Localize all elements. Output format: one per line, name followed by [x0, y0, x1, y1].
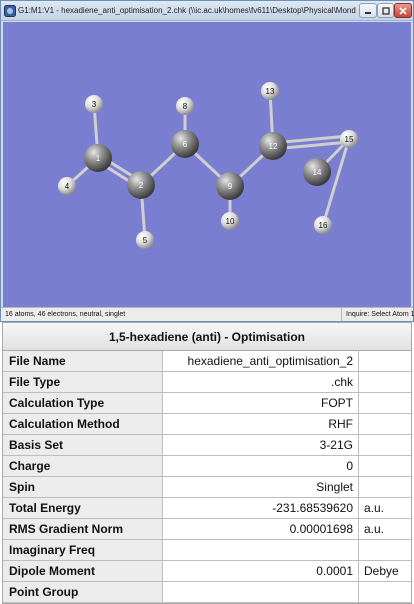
hydrogen-atom[interactable]: 15 [340, 130, 358, 148]
atom-label: 12 [269, 142, 278, 151]
carbon-atom[interactable]: 9 [216, 172, 244, 200]
row-unit [359, 372, 411, 392]
summary-row: Basis Set 3-21G [3, 435, 411, 456]
summary-row: Total Energy -231.68539620 a.u. [3, 498, 411, 519]
carbon-atom[interactable]: 12 [259, 132, 287, 160]
summary-row: Calculation Type FOPT [3, 393, 411, 414]
title-bar[interactable]: G1:M1:V1 - hexadiene_anti_optimisation_2… [1, 1, 413, 21]
row-label: File Name [3, 351, 163, 371]
atom-label: 4 [65, 182, 70, 191]
row-label: Calculation Method [3, 414, 163, 434]
row-label: Point Group [3, 582, 163, 602]
carbon-atom[interactable]: 14 [303, 158, 331, 186]
row-label: RMS Gradient Norm [3, 519, 163, 539]
hydrogen-atom[interactable]: 3 [85, 95, 103, 113]
atom-label: 3 [92, 100, 97, 109]
molecule-viewport[interactable]: 3 1 4 2 5 8 6 9 10 13 12 15 14 16 [3, 22, 411, 307]
summary-row: File Type .chk [3, 372, 411, 393]
close-icon [399, 6, 407, 15]
row-unit [359, 435, 411, 455]
row-value: .chk [163, 372, 359, 392]
atom-label: 9 [228, 182, 233, 191]
row-value: 3-21G [163, 435, 359, 455]
row-label: File Type [3, 372, 163, 392]
hydrogen-atom[interactable]: 5 [136, 231, 154, 249]
atom-label: 13 [266, 87, 275, 96]
row-label: Basis Set [3, 435, 163, 455]
row-unit [359, 351, 411, 371]
summary-row: File Name hexadiene_anti_optimisation_2 [3, 351, 411, 372]
row-value: 0.00001698 [163, 519, 359, 539]
summary-row: Imaginary Freq [3, 540, 411, 561]
row-value: FOPT [163, 393, 359, 413]
summary-row: Spin Singlet [3, 477, 411, 498]
carbon-atom[interactable]: 1 [84, 144, 112, 172]
atom-label: 15 [345, 135, 354, 144]
row-label: Imaginary Freq [3, 540, 163, 560]
hydrogen-atom[interactable]: 4 [58, 177, 76, 195]
row-value: -231.68539620 [163, 498, 359, 518]
row-unit [359, 582, 411, 602]
molecule-view[interactable]: 314 25869101312151416 [3, 22, 411, 307]
row-value: RHF [163, 414, 359, 434]
row-value [163, 540, 359, 560]
summary-row: Point Group [3, 582, 411, 603]
app-icon [4, 5, 16, 17]
summary-row: Charge 0 [3, 456, 411, 477]
row-value: hexadiene_anti_optimisation_2 [163, 351, 359, 371]
inquire-status: Inquire: Select Atom 1 [341, 308, 414, 321]
row-value: Singlet [163, 477, 359, 497]
row-unit [359, 414, 411, 434]
carbon-atom[interactable]: 2 [127, 171, 155, 199]
summary-title: 1,5-hexadiene (anti) - Optimisation [3, 323, 411, 351]
atom-label: 6 [183, 140, 188, 149]
minimize-icon [365, 11, 371, 14]
atom-label: 16 [319, 221, 328, 230]
hydrogen-atom[interactable]: 8 [176, 97, 194, 115]
row-unit: Debye [364, 564, 399, 578]
row-value: 0 [163, 456, 359, 476]
window-title: G1:M1:V1 - hexadiene_anti_optimisation_2… [18, 6, 356, 15]
atom-label: 1 [96, 154, 101, 163]
row-value [163, 582, 359, 602]
row-value: 0.0001 [163, 561, 359, 581]
row-unit [359, 477, 411, 497]
row-label: Dipole Moment [3, 561, 163, 581]
row-unit [359, 456, 411, 476]
row-label: Spin [3, 477, 163, 497]
calculation-summary-table: 1,5-hexadiene (anti) - Optimisation File… [2, 322, 412, 604]
carbon-atom[interactable]: 6 [171, 130, 199, 158]
maximize-icon [381, 6, 390, 15]
maximize-button[interactable] [377, 3, 394, 18]
row-unit: a.u. [364, 522, 385, 536]
summary-row: Calculation Method RHF [3, 414, 411, 435]
hydrogen-atom[interactable]: 16 [314, 216, 332, 234]
row-unit: a.u. [364, 501, 385, 515]
status-bar: 16 atoms, 46 electrons, neutral, singlet… [1, 307, 414, 321]
row-label: Charge [3, 456, 163, 476]
row-unit [359, 540, 411, 560]
close-button[interactable] [394, 3, 412, 18]
gaussview-window: G1:M1:V1 - hexadiene_anti_optimisation_2… [0, 0, 414, 322]
row-unit [359, 393, 411, 413]
summary-row: Dipole Moment 0.0001 Debye [3, 561, 411, 582]
row-label: Total Energy [3, 498, 163, 518]
minimize-button[interactable] [359, 3, 377, 18]
atom-label: 2 [139, 181, 144, 190]
summary-row: RMS Gradient Norm 0.00001698 a.u. [3, 519, 411, 540]
atom-label: 14 [313, 168, 322, 177]
row-label: Calculation Type [3, 393, 163, 413]
molecule-status: 16 atoms, 46 electrons, neutral, singlet [5, 311, 126, 318]
hydrogen-atom[interactable]: 13 [261, 82, 279, 100]
hydrogen-atom[interactable]: 10 [221, 212, 239, 230]
atom-label: 10 [226, 217, 235, 226]
atom-label: 8 [183, 102, 188, 111]
atom-label: 5 [143, 236, 148, 245]
